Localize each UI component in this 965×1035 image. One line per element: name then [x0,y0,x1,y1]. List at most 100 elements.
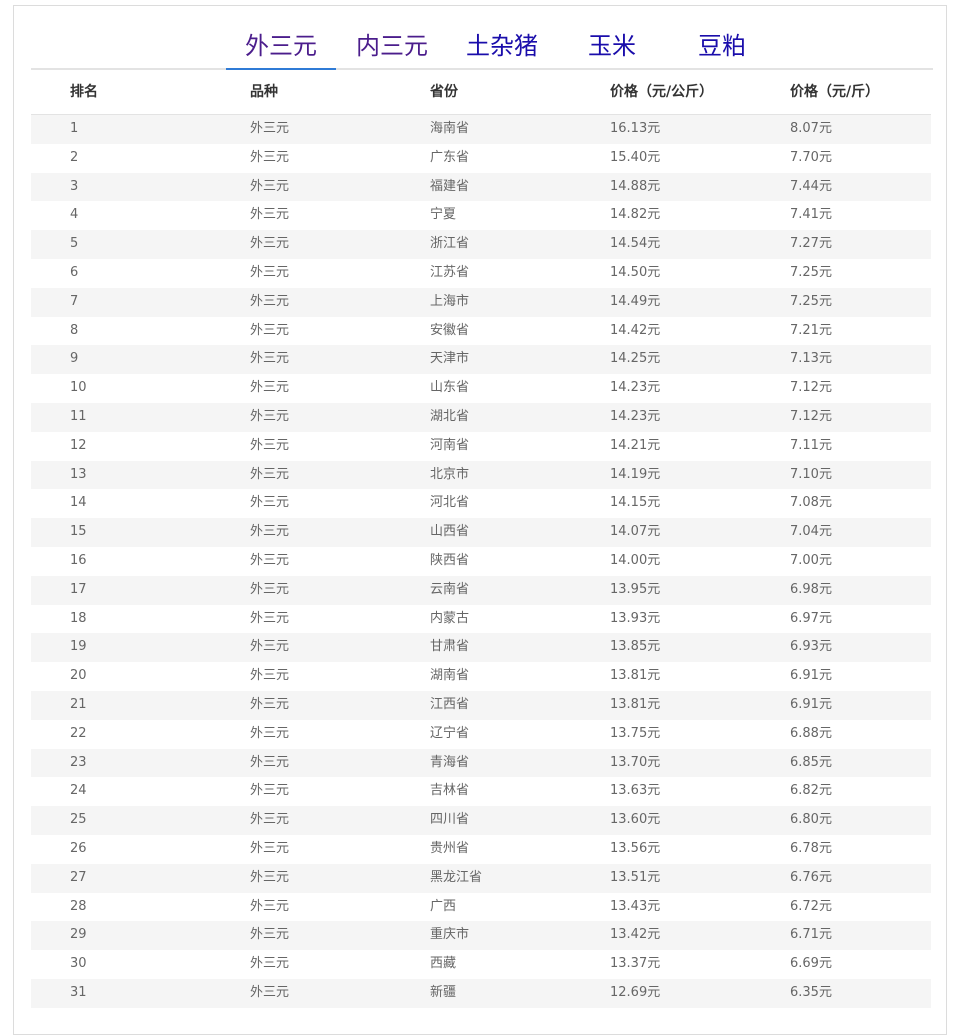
cell-price-kg: 13.51元 [610,869,661,885]
cell-rank: 24 [70,783,87,799]
cell-price-jin: 7.21元 [790,322,832,338]
cell-price-kg: 13.37元 [610,956,661,972]
cell-price-jin: 6.98元 [790,581,832,597]
header-price-kg: 价格（元/公斤） [610,84,714,100]
cell-rank: 19 [70,639,87,655]
cell-price-kg: 13.81元 [610,696,661,712]
cell-price-jin: 6.80元 [790,812,832,828]
cell-province: 湖北省 [430,408,470,424]
table-row: 10 外三元 山东省 14.23元 7.12元 [31,374,931,403]
cell-price-jin: 7.41元 [790,207,832,223]
cell-province: 云南省 [430,581,470,597]
tab-yu-mi[interactable]: 玉米 [571,26,653,68]
cell-rank: 2 [70,149,79,165]
tab-nei-san-yuan[interactable]: 内三元 [351,26,433,68]
cell-price-kg: 14.82元 [610,207,661,223]
table-row: 4 外三元 宁夏 14.82元 7.41元 [31,201,931,230]
tab-dou-po[interactable]: 豆粕 [681,26,763,68]
cell-breed: 外三元 [250,264,290,280]
cell-breed: 外三元 [250,380,290,396]
table-row: 18 外三元 内蒙古 13.93元 6.97元 [31,605,931,634]
table-row: 9 外三元 天津市 14.25元 7.13元 [31,345,931,375]
cell-price-jin: 6.35元 [790,984,832,1000]
cell-province: 天津市 [430,351,470,367]
cell-price-kg: 16.13元 [610,121,661,136]
cell-breed: 外三元 [250,437,290,453]
cell-price-kg: 14.07元 [610,524,661,540]
table-row: 12 外三元 河南省 14.21元 7.11元 [31,432,931,461]
category-tabs: 外三元 内三元 土杂猪 玉米 豆粕 [31,26,933,70]
cell-price-jin: 6.72元 [790,898,832,914]
cell-breed: 外三元 [250,869,290,885]
cell-province: 北京市 [430,466,470,482]
cell-breed: 外三元 [250,696,290,712]
cell-price-kg: 13.70元 [610,754,661,770]
cell-price-kg: 14.50元 [610,264,661,280]
cell-province: 广东省 [430,149,470,165]
cell-price-jin: 6.97元 [790,610,832,626]
cell-price-jin: 7.12元 [790,380,832,396]
cell-province: 陕西省 [430,552,470,568]
cell-rank: 16 [70,552,87,568]
cell-price-kg: 13.63元 [610,783,661,799]
cell-province: 山西省 [430,524,470,540]
table-row: 6 外三元 江苏省 14.50元 7.25元 [31,259,931,288]
table-row: 22 外三元 辽宁省 13.75元 6.88元 [31,720,931,749]
cell-breed: 外三元 [250,581,290,597]
table-row: 14 外三元 河北省 14.15元 7.08元 [31,489,931,518]
cell-price-jin: 7.44元 [790,178,832,194]
cell-rank: 23 [70,754,87,770]
cell-rank: 7 [70,293,79,309]
table-row: 7 外三元 上海市 14.49元 7.25元 [31,287,931,317]
cell-province: 宁夏 [430,207,457,223]
cell-price-kg: 15.40元 [610,149,661,165]
table-row: 2 外三元 广东省 15.40元 7.70元 [31,144,931,173]
cell-breed: 外三元 [250,408,290,424]
cell-province: 辽宁省 [430,725,470,741]
table-row: 30 外三元 西藏 13.37元 6.69元 [31,950,931,979]
cell-price-kg: 14.19元 [610,466,661,482]
table-row: 5 外三元 浙江省 14.54元 7.27元 [31,230,931,259]
cell-province: 江苏省 [430,264,470,280]
cell-breed: 外三元 [250,639,290,655]
cell-province: 青海省 [430,754,470,770]
cell-price-kg: 13.42元 [610,927,661,943]
cell-rank: 15 [70,524,87,540]
cell-province: 江西省 [430,696,470,712]
header-breed: 品种 [250,84,278,100]
cell-province: 黑龙江省 [430,869,483,885]
table-row: 29 外三元 重庆市 13.42元 6.71元 [31,921,931,951]
table-row: 26 外三元 贵州省 13.56元 6.78元 [31,835,931,864]
table-row: 19 外三元 甘肃省 13.85元 6.93元 [31,633,931,663]
cell-rank: 5 [70,236,79,252]
cell-breed: 外三元 [250,236,290,252]
table-row: 21 外三元 江西省 13.81元 6.91元 [31,690,931,720]
cell-rank: 14 [70,495,87,511]
table-row: 20 外三元 湖南省 13.81元 6.91元 [31,662,931,691]
cell-price-jin: 7.27元 [790,236,832,252]
table-row: 28 外三元 广西 13.43元 6.72元 [31,893,931,922]
tab-wai-san-yuan[interactable]: 外三元 [226,26,336,70]
cell-province: 河南省 [430,437,470,453]
cell-province: 西藏 [430,956,457,972]
cell-breed: 外三元 [250,207,290,223]
cell-breed: 外三元 [250,668,290,684]
cell-breed: 外三元 [250,178,290,194]
table-row: 3 外三元 福建省 14.88元 7.44元 [31,172,931,202]
cell-rank: 21 [70,696,87,712]
cell-rank: 10 [70,380,87,396]
header-price-jin: 价格（元/斤） [790,84,880,100]
cell-rank: 13 [70,466,87,482]
cell-breed: 外三元 [250,466,290,482]
cell-rank: 28 [70,898,87,914]
cell-price-jin: 8.07元 [790,121,832,136]
table-row: 27 外三元 黑龙江省 13.51元 6.76元 [31,863,931,893]
cell-province: 浙江省 [430,236,470,252]
cell-province: 重庆市 [430,927,470,943]
cell-price-jin: 7.12元 [790,408,832,424]
cell-breed: 外三元 [250,610,290,626]
cell-price-kg: 14.54元 [610,236,661,252]
cell-price-kg: 14.49元 [610,293,661,309]
tab-tu-za-zhu[interactable]: 土杂猪 [461,26,543,68]
cell-rank: 3 [70,178,79,194]
